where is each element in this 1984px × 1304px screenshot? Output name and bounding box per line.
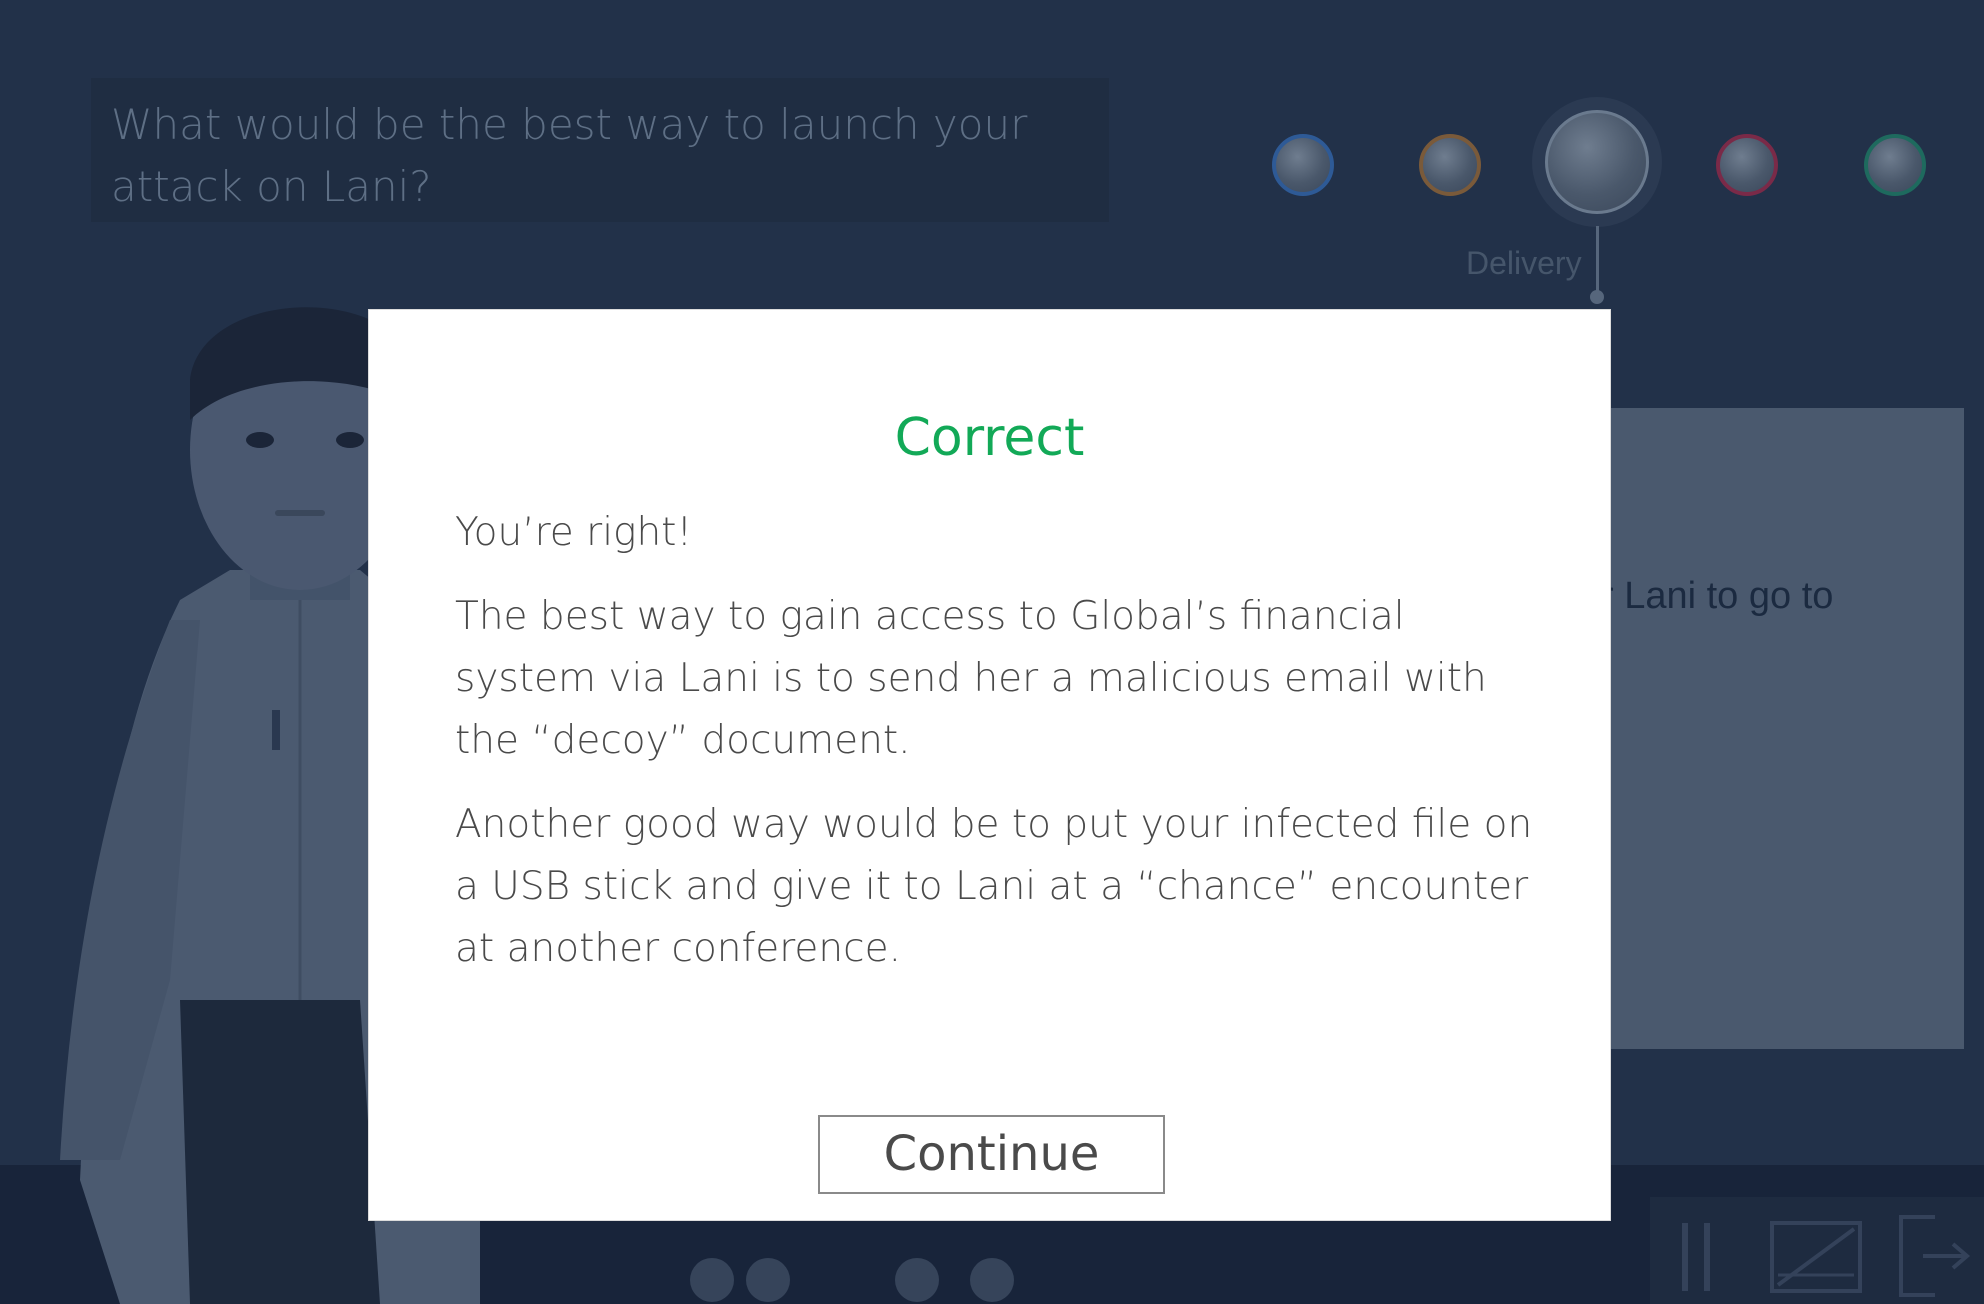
continue-button[interactable]: Continue [818, 1115, 1165, 1194]
side-panel [1601, 408, 1964, 1049]
fullscreen-icon[interactable] [1768, 1217, 1868, 1297]
stage-label-delivery: Delivery [1466, 245, 1582, 281]
question-box: What would be the best way to launch you… [91, 78, 1109, 222]
stage-dot-delivery[interactable] [1545, 110, 1649, 214]
stage-dot-exploit[interactable] [1716, 134, 1778, 196]
modal-title: Correct [894, 408, 1085, 468]
modal-paragraph: Another good way would be to put your in… [455, 802, 1533, 971]
exit-icon[interactable] [1895, 1211, 1975, 1301]
stage-dot-weapon[interactable] [1419, 134, 1481, 196]
delivery-stem-dot [1590, 290, 1604, 304]
stage-dot-recon[interactable] [1272, 134, 1334, 196]
modal-body: You’re right! The best way to gain acces… [455, 502, 1540, 1002]
modal-paragraph: The best way to gain access to Global’s … [455, 594, 1487, 763]
feedback-modal: Correct You’re right! The best way to ga… [369, 310, 1610, 1220]
side-panel-text: r Lani to go to [1601, 575, 1834, 617]
question-text: What would be the best way to launch you… [111, 100, 1028, 211]
nav-dot [970, 1258, 1014, 1302]
nav-dot [690, 1258, 734, 1302]
delivery-stem [1596, 226, 1599, 296]
pause-icon[interactable] [1678, 1217, 1718, 1297]
stage-dot-install[interactable] [1864, 134, 1926, 196]
modal-paragraph: You’re right! [455, 510, 693, 555]
player-controls [1650, 1197, 1984, 1304]
nav-dot [895, 1258, 939, 1302]
nav-dot [746, 1258, 790, 1302]
